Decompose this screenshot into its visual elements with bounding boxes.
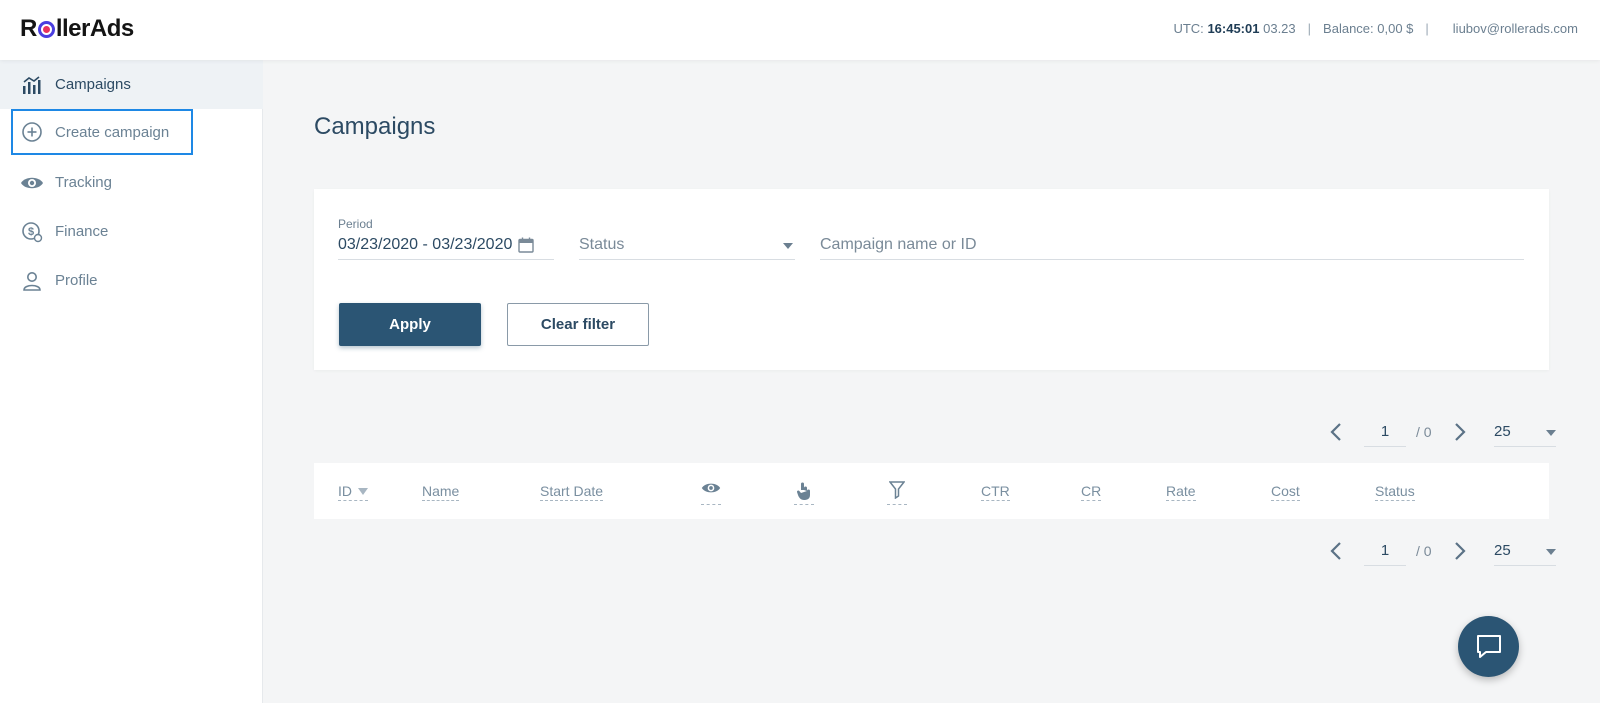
- filter-card: Period 03/23/2020 - 03/23/2020 Status Ca…: [314, 189, 1549, 370]
- logo[interactable]: RllerAds: [20, 14, 134, 44]
- chevron-left-icon[interactable]: [1326, 539, 1346, 563]
- total-pages: / 0: [1416, 424, 1432, 440]
- campaigns-table-header: ID Name Start Date CTR CR Rate Cost Stat…: [314, 463, 1549, 519]
- top-bar: RllerAds UTC: 16:45:01 03.23 | Balance: …: [0, 0, 1600, 60]
- column-status[interactable]: Status: [1375, 484, 1415, 501]
- per-page-value: 25: [1494, 423, 1511, 440]
- total-pages: / 0: [1416, 543, 1432, 559]
- pagination-top: 1 / 0 25: [1326, 414, 1556, 450]
- per-page-value: 25: [1494, 542, 1511, 559]
- column-id-label: ID: [338, 483, 352, 499]
- utc-label: UTC:: [1173, 21, 1204, 36]
- period-field[interactable]: 03/23/2020 - 03/23/2020: [338, 230, 554, 260]
- chevron-down-icon: [1546, 542, 1556, 559]
- eye-icon[interactable]: [701, 481, 721, 505]
- page-number-input[interactable]: 1: [1364, 536, 1406, 566]
- column-id[interactable]: ID: [338, 484, 368, 501]
- top-info: UTC: 16:45:01 03.23 | Balance: 0,00 $ | …: [1173, 21, 1578, 36]
- status-select[interactable]: Status: [579, 230, 795, 260]
- balance: Balance: 0,00 $: [1323, 21, 1414, 36]
- apply-button[interactable]: Apply: [339, 303, 481, 346]
- sidebar-item-label: Finance: [55, 223, 109, 240]
- sort-down-icon: [358, 488, 368, 495]
- chat-button[interactable]: [1458, 616, 1519, 677]
- sidebar-item-label: Campaigns: [55, 76, 131, 93]
- sidebar-item-campaigns[interactable]: Campaigns: [0, 60, 263, 109]
- pagination-bottom: 1 / 0 25: [1326, 533, 1556, 569]
- svg-text:$: $: [28, 226, 34, 238]
- click-hand-icon[interactable]: [794, 481, 814, 505]
- sidebar-item-tracking[interactable]: Tracking: [0, 158, 263, 207]
- search-placeholder: Campaign name or ID: [820, 235, 977, 253]
- bar-chart-icon: [20, 73, 44, 97]
- filter-icon[interactable]: [887, 481, 907, 505]
- chevron-down-icon: [1546, 423, 1556, 440]
- utc-date: 03.23: [1263, 21, 1296, 36]
- column-ctr[interactable]: CTR: [981, 484, 1010, 501]
- clear-filter-button[interactable]: Clear filter: [507, 303, 649, 346]
- sidebar-item-profile[interactable]: Profile: [0, 256, 263, 305]
- column-rate[interactable]: Rate: [1166, 484, 1196, 501]
- sidebar-item-create-campaign[interactable]: Create campaign: [11, 109, 193, 155]
- per-page-select[interactable]: 25: [1494, 536, 1556, 566]
- logo-text-start: R: [20, 15, 37, 42]
- page-title: Campaigns: [314, 113, 436, 140]
- column-cost[interactable]: Cost: [1271, 484, 1300, 501]
- focus-outline: [11, 109, 193, 155]
- chevron-left-icon[interactable]: [1326, 420, 1346, 444]
- chevron-down-icon: [783, 236, 793, 254]
- eye-icon: [20, 171, 44, 195]
- page-number-input[interactable]: 1: [1364, 417, 1406, 447]
- chat-icon: [1475, 634, 1503, 660]
- sidebar-item-finance[interactable]: $ Finance: [0, 207, 263, 256]
- sidebar-item-label: Tracking: [55, 174, 112, 191]
- separator: |: [1307, 21, 1312, 36]
- logo-ring-icon: [37, 20, 55, 38]
- status-placeholder: Status: [579, 235, 625, 253]
- campaign-search-input[interactable]: Campaign name or ID: [820, 230, 1524, 260]
- logo-text-end: llerAds: [55, 15, 134, 42]
- utc-time: 16:45:01: [1207, 21, 1260, 36]
- period-label: Period: [338, 217, 373, 231]
- period-value: 03/23/2020 - 03/23/2020: [338, 235, 513, 253]
- user-email[interactable]: liubov@rollerads.com: [1453, 21, 1578, 36]
- column-start-date[interactable]: Start Date: [540, 484, 604, 501]
- column-name[interactable]: Name: [422, 484, 460, 501]
- chevron-right-icon[interactable]: [1450, 420, 1470, 444]
- separator: |: [1425, 21, 1429, 36]
- sidebar-item-label: Profile: [55, 272, 98, 289]
- per-page-select[interactable]: 25: [1494, 417, 1556, 447]
- coin-icon: $: [20, 220, 44, 244]
- column-cr[interactable]: CR: [1081, 484, 1102, 501]
- user-icon: [20, 269, 44, 293]
- sidebar: Campaigns Create campaign Tracking $ Fin…: [0, 60, 263, 703]
- calendar-icon[interactable]: [518, 237, 535, 253]
- chevron-right-icon[interactable]: [1450, 539, 1470, 563]
